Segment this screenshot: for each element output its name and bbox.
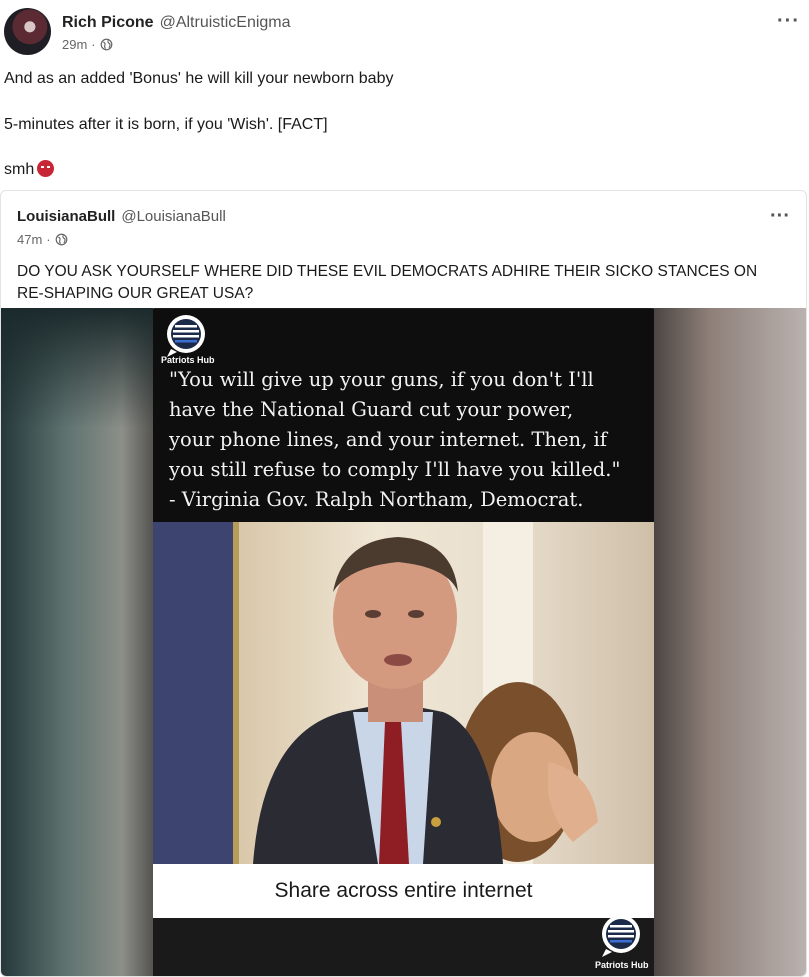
post-text-line-3: smh	[4, 160, 55, 179]
quote-line: "You will give up your guns, if you don'…	[169, 368, 594, 391]
image-blur-background	[1, 308, 153, 428]
author-name[interactable]: Rich Picone	[62, 14, 154, 31]
meme-quote-panel: Patriots Hub "You will give up your guns…	[153, 309, 654, 522]
post-text-line-1: And as an added 'Bonus' he will kill you…	[4, 70, 394, 87]
quoted-author[interactable]: LouisianaBull @LouisianaBull	[17, 208, 226, 225]
post-text-smh: smh	[4, 161, 35, 178]
post-image[interactable]: Patriots Hub "You will give up your guns…	[1, 308, 806, 976]
quote-line: you still refuse to comply I'll have you…	[169, 458, 621, 481]
meta-separator: ·	[91, 37, 96, 52]
quoted-post-text: DO YOU ASK YOURSELF WHERE DID THESE EVIL…	[17, 263, 758, 302]
timestamp[interactable]: 29m	[62, 37, 87, 52]
meme-quote: "You will give up your guns, if you don'…	[169, 365, 649, 515]
quoted-post[interactable]: LouisianaBull @LouisianaBull 47m · ··· DO…	[0, 190, 807, 977]
patriots-hub-logo	[167, 315, 205, 357]
post-text-line-2: 5-minutes after it is born, if you 'Wish…	[4, 116, 328, 133]
logo-label: Patriots Hub	[161, 355, 215, 365]
meta-separator: ·	[46, 232, 51, 247]
meme-image: Patriots Hub "You will give up your guns…	[153, 309, 654, 976]
quote-line: - Virginia Gov. Ralph Northam, Democrat.	[169, 488, 584, 511]
quote-line: your phone lines, and your internet. The…	[169, 428, 607, 451]
avatar[interactable]	[4, 8, 51, 55]
patriots-hub-logo	[602, 915, 640, 957]
post-header: Rich Picone @AltruisticEnigma 29m · ···	[4, 8, 804, 60]
meme-caption: Share across entire internet	[153, 864, 654, 918]
author-handle[interactable]: @AltruisticEnigma	[160, 14, 291, 31]
quoted-more-options-icon[interactable]: ···	[770, 205, 790, 228]
meme-photo	[153, 522, 654, 864]
globe-icon	[55, 233, 68, 246]
photo-illustration	[153, 522, 598, 864]
angry-face-icon	[37, 160, 55, 177]
globe-icon	[100, 38, 113, 51]
more-options-icon[interactable]: ···	[777, 10, 800, 33]
quoted-author-name[interactable]: LouisianaBull	[17, 208, 115, 225]
meme-footer: Patriots Hub	[153, 915, 654, 976]
post-meta: 29m ·	[62, 37, 113, 52]
quoted-timestamp[interactable]: 47m	[17, 232, 42, 247]
quoted-post-meta: 47m ·	[17, 232, 68, 247]
author[interactable]: Rich Picone @AltruisticEnigma	[62, 14, 291, 32]
quoted-author-handle[interactable]: @LouisianaBull	[121, 208, 225, 225]
quote-line: have the National Guard cut your power,	[169, 398, 574, 421]
logo-label: Patriots Hub	[595, 960, 649, 970]
